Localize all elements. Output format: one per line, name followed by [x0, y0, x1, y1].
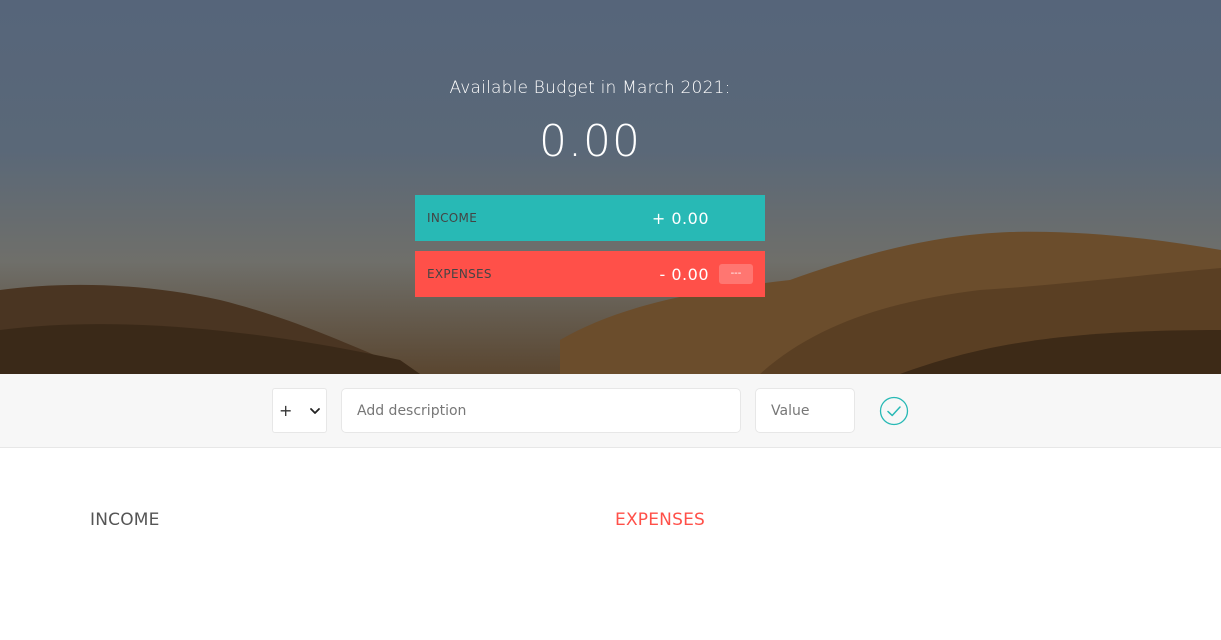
expenses-summary-label: Expenses — [427, 267, 492, 281]
budget-title: Available Budget in March 2021: — [449, 78, 731, 98]
add-item-button[interactable] — [879, 396, 909, 426]
check-circle-icon — [879, 396, 909, 426]
income-summary-label: Income — [427, 211, 478, 225]
income-summary: Income + 0.00 — [415, 195, 765, 241]
background-mountains — [0, 231, 1221, 374]
type-select-value: + — [279, 401, 293, 420]
expenses-summary: Expenses - 0.00 --- — [415, 251, 765, 297]
expenses-percentage-badge: --- — [719, 264, 753, 284]
value-input[interactable] — [755, 388, 855, 433]
income-list-title: Income — [90, 510, 160, 530]
add-item-bar: + — [0, 374, 1221, 448]
expenses-list-title: Expenses — [615, 510, 706, 530]
income-summary-value: + 0.00 — [651, 208, 709, 228]
hero-header: Available Budget in March 2021: 0.00 Inc… — [0, 0, 1221, 374]
chevron-down-icon — [310, 407, 320, 414]
description-input[interactable] — [341, 388, 741, 433]
type-select[interactable]: + — [272, 388, 327, 433]
expenses-summary-value: - 0.00 — [659, 264, 709, 284]
budget-summary: Available Budget in March 2021: 0.00 Inc… — [415, 76, 765, 297]
budget-total-value: 0.00 — [539, 116, 641, 167]
